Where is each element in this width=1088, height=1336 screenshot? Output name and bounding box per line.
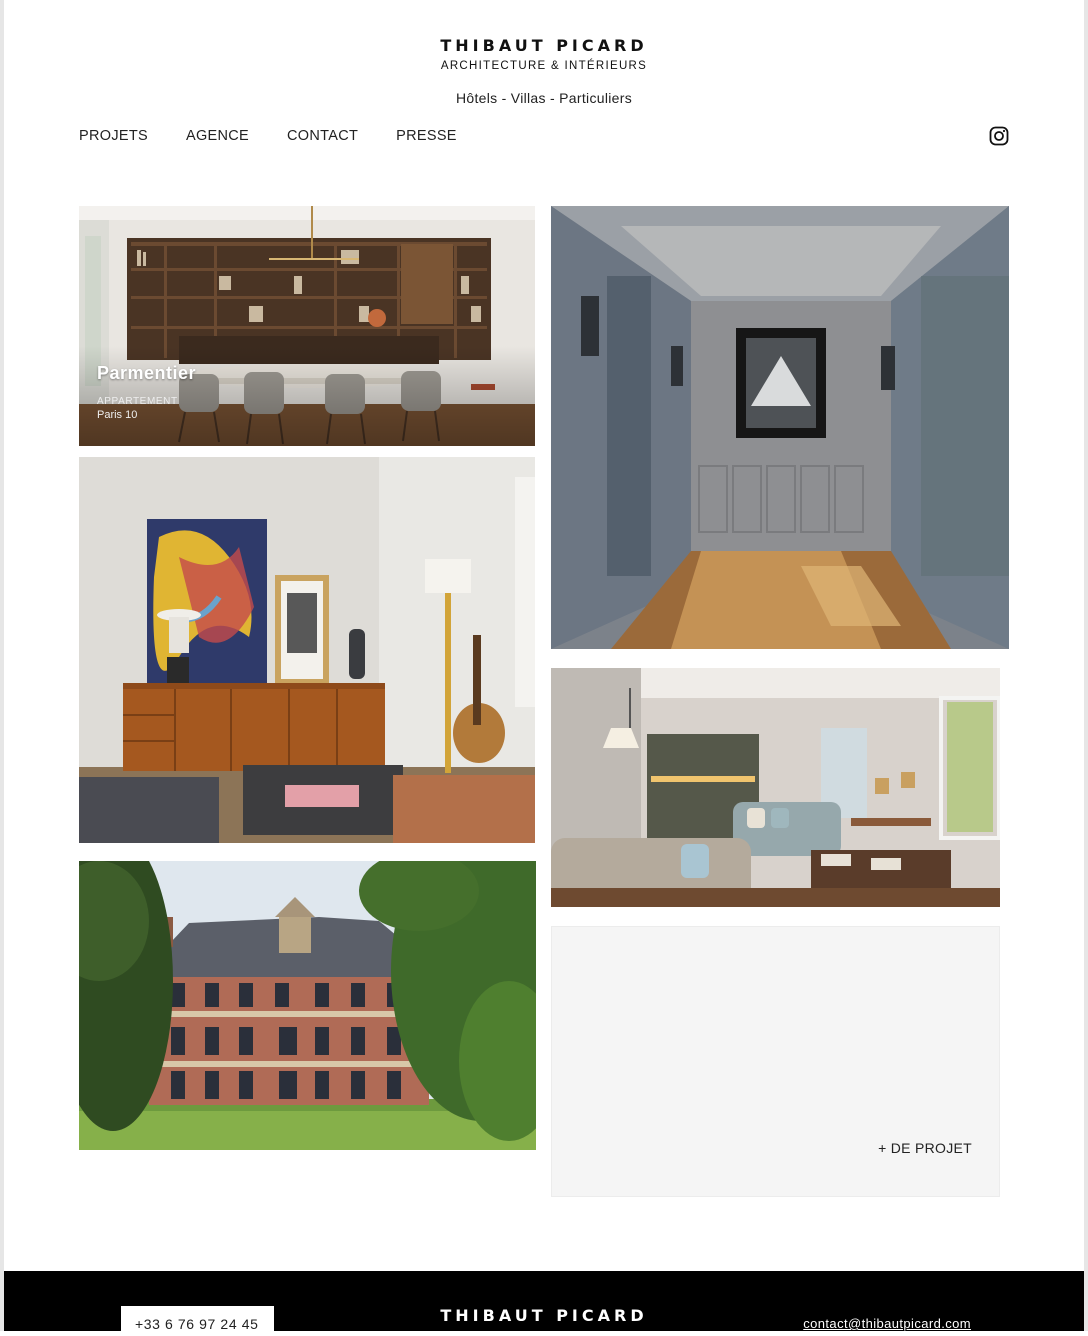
project-title: Parmentier — [97, 363, 197, 383]
brand-name[interactable]: THIBAUT PICARD — [0, 36, 1088, 55]
project-tile-corridor[interactable] — [551, 206, 1009, 649]
footer-email-link[interactable]: contact@thibautpicard.com — [803, 1316, 971, 1331]
project-type: APPARTEMENT — [97, 396, 178, 407]
nav-item-presse[interactable]: PRESSE — [396, 128, 457, 144]
corridor-image — [551, 206, 1009, 649]
tagline: Hôtels - Villas - Particuliers — [455, 90, 632, 106]
page-border-right — [1084, 0, 1088, 1331]
project-location: Paris 10 — [97, 409, 138, 421]
project-tile-living-room[interactable] — [79, 457, 535, 843]
project-tile-chateau[interactable] — [79, 861, 536, 1150]
project-tile-parmentier[interactable]: Parmentier APPARTEMENT Paris 10 — [79, 206, 535, 446]
lounge-image — [551, 668, 1000, 907]
nav-item-agence[interactable]: AGENCE — [186, 128, 249, 144]
more-projects-link[interactable]: + DE PROJET — [878, 1140, 972, 1156]
more-projects-tile[interactable]: + DE PROJET — [551, 926, 1000, 1197]
main-nav: PROJETS AGENCE CONTACT PRESSE — [79, 128, 457, 144]
instagram-icon[interactable] — [989, 126, 1009, 146]
nav-item-contact[interactable]: CONTACT — [287, 128, 358, 144]
project-caption: Parmentier APPARTEMENT Paris 10 — [97, 363, 196, 421]
page-border-left — [0, 0, 4, 1331]
nav-item-projets[interactable]: PROJETS — [79, 128, 148, 144]
living-room-image — [79, 457, 535, 843]
chateau-image — [79, 861, 536, 1150]
project-tile-lounge[interactable] — [551, 668, 1000, 907]
brand-subtitle: ARCHITECTURE & INTÉRIEURS — [440, 60, 648, 72]
brand-logo[interactable]: THIBAUT PICARD ARCHITECTURE & INTÉRIEURS — [0, 36, 1088, 72]
footer: +33 6 76 97 24 45 THIBAUT PICARD contact… — [4, 1271, 1084, 1336]
